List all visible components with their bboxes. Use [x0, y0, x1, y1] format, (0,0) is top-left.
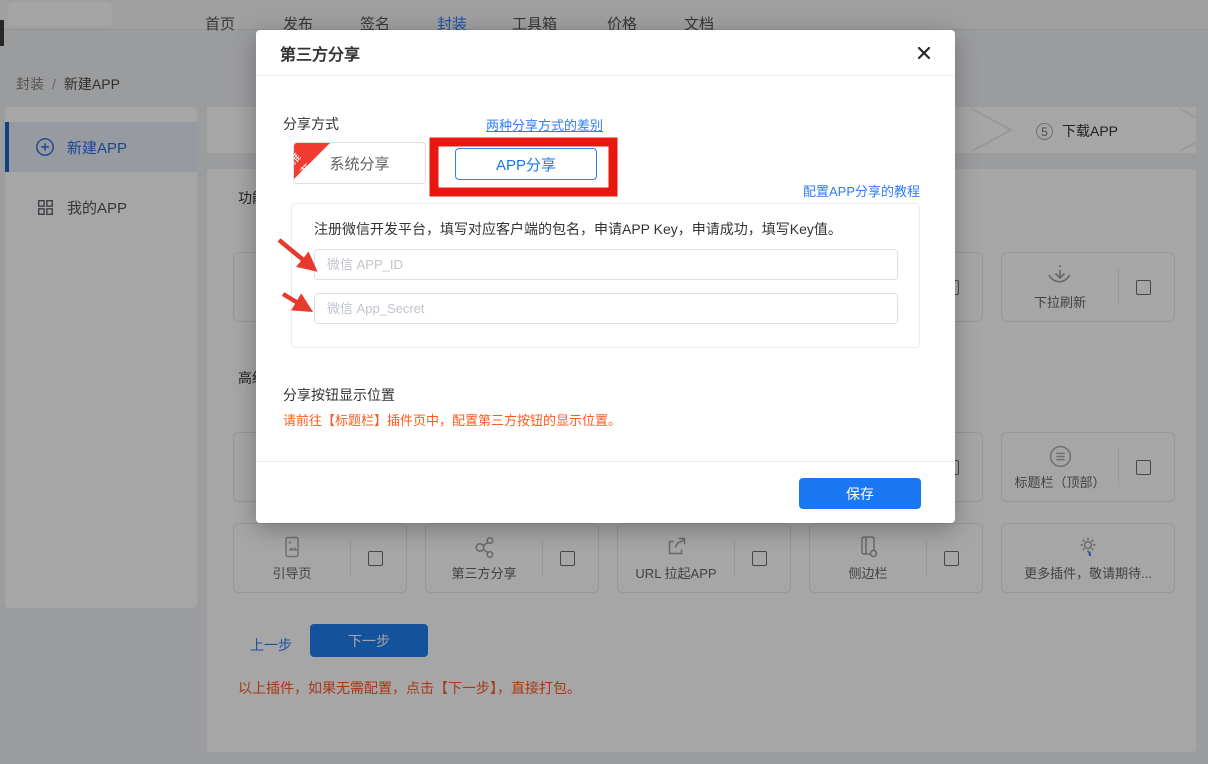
dialog-footer: 保存 [256, 461, 955, 523]
save-button[interactable]: 保存 [799, 478, 921, 509]
third-party-share-dialog: 第三方分享 分享方式 两种分享方式的差别 推荐 系统分享 APP分享 配置APP… [256, 30, 955, 523]
recommended-ribbon: 推荐 [294, 143, 330, 179]
share-button-position-label: 分享按钮显示位置 [283, 385, 395, 405]
wechat-app-id-input[interactable] [314, 249, 898, 280]
page: 首页发布签名封装工具箱价格文档 封装/新建APP 新建APP我的APP 5 下载… [0, 0, 1208, 764]
dialog-title: 第三方分享 [280, 41, 917, 65]
close-icon[interactable] [917, 46, 931, 60]
wechat-app-secret-input[interactable] [314, 293, 898, 324]
tab-app-share[interactable]: APP分享 [455, 148, 597, 180]
wechat-key-form: 注册微信开发平台，填写对应客户端的包名，申请APP Key，申请成功，填写Key… [291, 203, 920, 348]
app-share-tutorial-link[interactable]: 配置APP分享的教程 [803, 181, 920, 200]
share-mode-label: 分享方式 [283, 114, 339, 134]
share-mode-diff-link[interactable]: 两种分享方式的差别 [486, 115, 603, 134]
dialog-header: 第三方分享 [256, 30, 955, 76]
dialog-body: 分享方式 两种分享方式的差别 推荐 系统分享 APP分享 配置APP分享的教程 … [256, 76, 955, 461]
share-button-position-note: 请前往【标题栏】插件页中，配置第三方按钮的显示位置。 [283, 410, 621, 429]
tab-system-share[interactable]: 推荐 系统分享 [293, 142, 426, 184]
form-instruction: 注册微信开发平台，填写对应客户端的包名，申请APP Key，申请成功，填写Key… [314, 219, 842, 239]
